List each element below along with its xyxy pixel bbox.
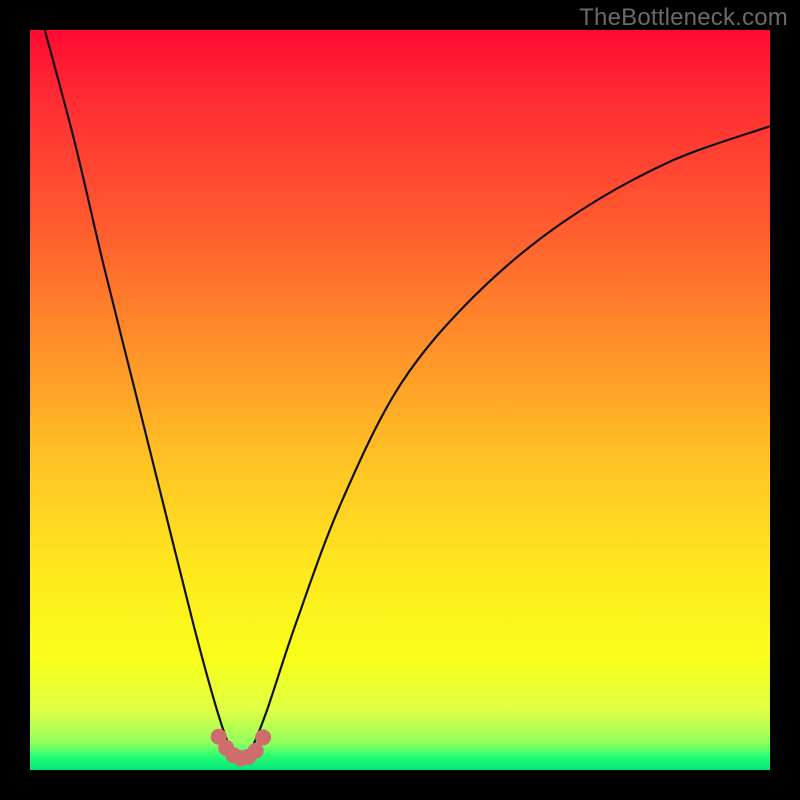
ridge-dot: [248, 743, 264, 759]
bottleneck-curve: [45, 30, 770, 760]
watermark-text: TheBottleneck.com: [579, 4, 788, 32]
chart-frame: TheBottleneck.com: [0, 0, 800, 800]
highlighted-minimum-dots: [211, 729, 271, 767]
ridge-dot: [255, 729, 271, 745]
curve-layer: [30, 30, 770, 770]
plot-area: [30, 30, 770, 770]
